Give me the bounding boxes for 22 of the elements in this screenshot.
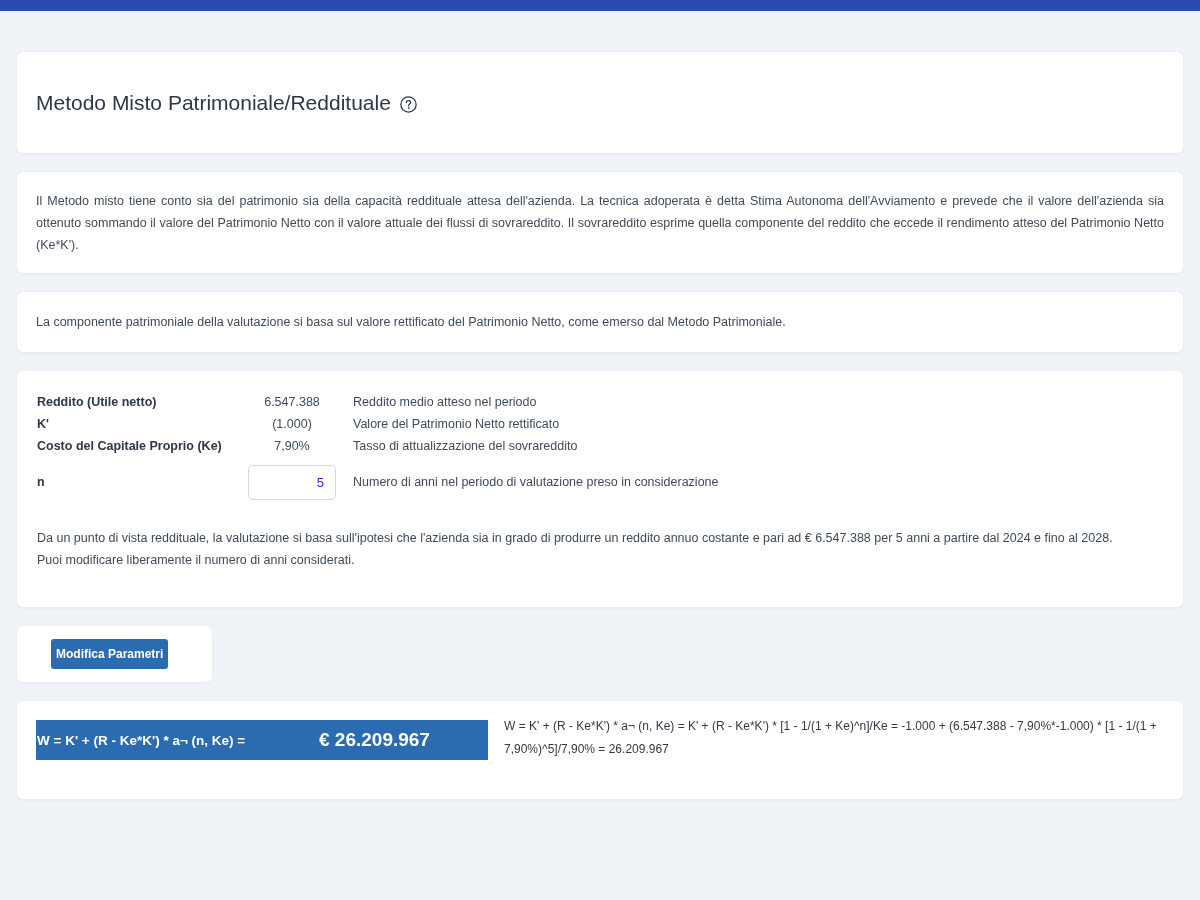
result-label: W = K' + (R - Ke*K') * a¬ (n, Ke) = [37, 732, 247, 748]
intro-text: Il Metodo misto tiene conto sia del patrimonio sia della capacità reddituale attesa dell'azienda. La tecnica adoperata è detta Stima Autonoma dell'Avviamento e prevede che il valore dell'azienda sia ottenuto sommando il valore del Patrimonio Netto con il valore attuale dei flussi di sovrareddito. Il sovrareddito esprime quella componente del reddito che eccede il rendimento atteso del Patrimonio Netto (Ke*K'). [36, 193, 1164, 254]
parameter-description: Numero di anni nel periodo di valutazione preso in considerazione [352, 474, 720, 491]
parameter-description: Valore del Patrimonio Netto rettificato [352, 416, 561, 433]
summary-text: Da un punto di vista reddituale, la valutazione si basa sull'ipotesi che l'azienda sia in grado di produrre un reddito annuo costante e pari ad € 6.547.388 per 5 anni a partire dal 2024 e fino al 2028. [37, 530, 1114, 547]
parameter-value: 7,90% [274, 438, 310, 455]
help-icon[interactable] [399, 95, 417, 113]
parameter-label: Costo del Capitale Proprio (Ke) [37, 438, 223, 455]
parameter-label: K' [37, 416, 50, 433]
note-text: La componente patrimoniale della valutazione si basa sul valore rettificato del Patrimonio Netto, come emerso dal Metodo Patrimoniale. [36, 314, 787, 331]
result-value: € 26.209.967 [319, 729, 430, 751]
parameter-description: Reddito medio atteso nel periodo [352, 394, 538, 411]
page-title: Metodo Misto Patrimoniale/Reddituale [36, 90, 391, 115]
formula-text: W = K' + (R - Ke*K') * a¬ (n, Ke) = K' + (R - Ke*K') * [1 - 1/(1 + Ke)^n]/Ke = -1.000 + (6.547.388 - 7,90%*-1.000) * [1 - 1/(1 + 7,90%)^5]/7,90% = 26.209.967 [504, 718, 1158, 758]
parameter-value: 6.547.388 [264, 394, 320, 411]
parameter-value: (1.000) [272, 416, 312, 433]
summary-text: Puoi modificare liberamente il numero di anni considerati. [37, 552, 356, 569]
years-input-field[interactable]: 5 [248, 465, 336, 500]
parameter-label: Reddito (Utile netto) [37, 394, 158, 411]
edit-parameters-button[interactable]: Modifica Parametri [51, 639, 169, 669]
parameter-label: n [37, 474, 46, 491]
parameter-description: Tasso di attualizzazione del sovrareddito [352, 438, 579, 455]
